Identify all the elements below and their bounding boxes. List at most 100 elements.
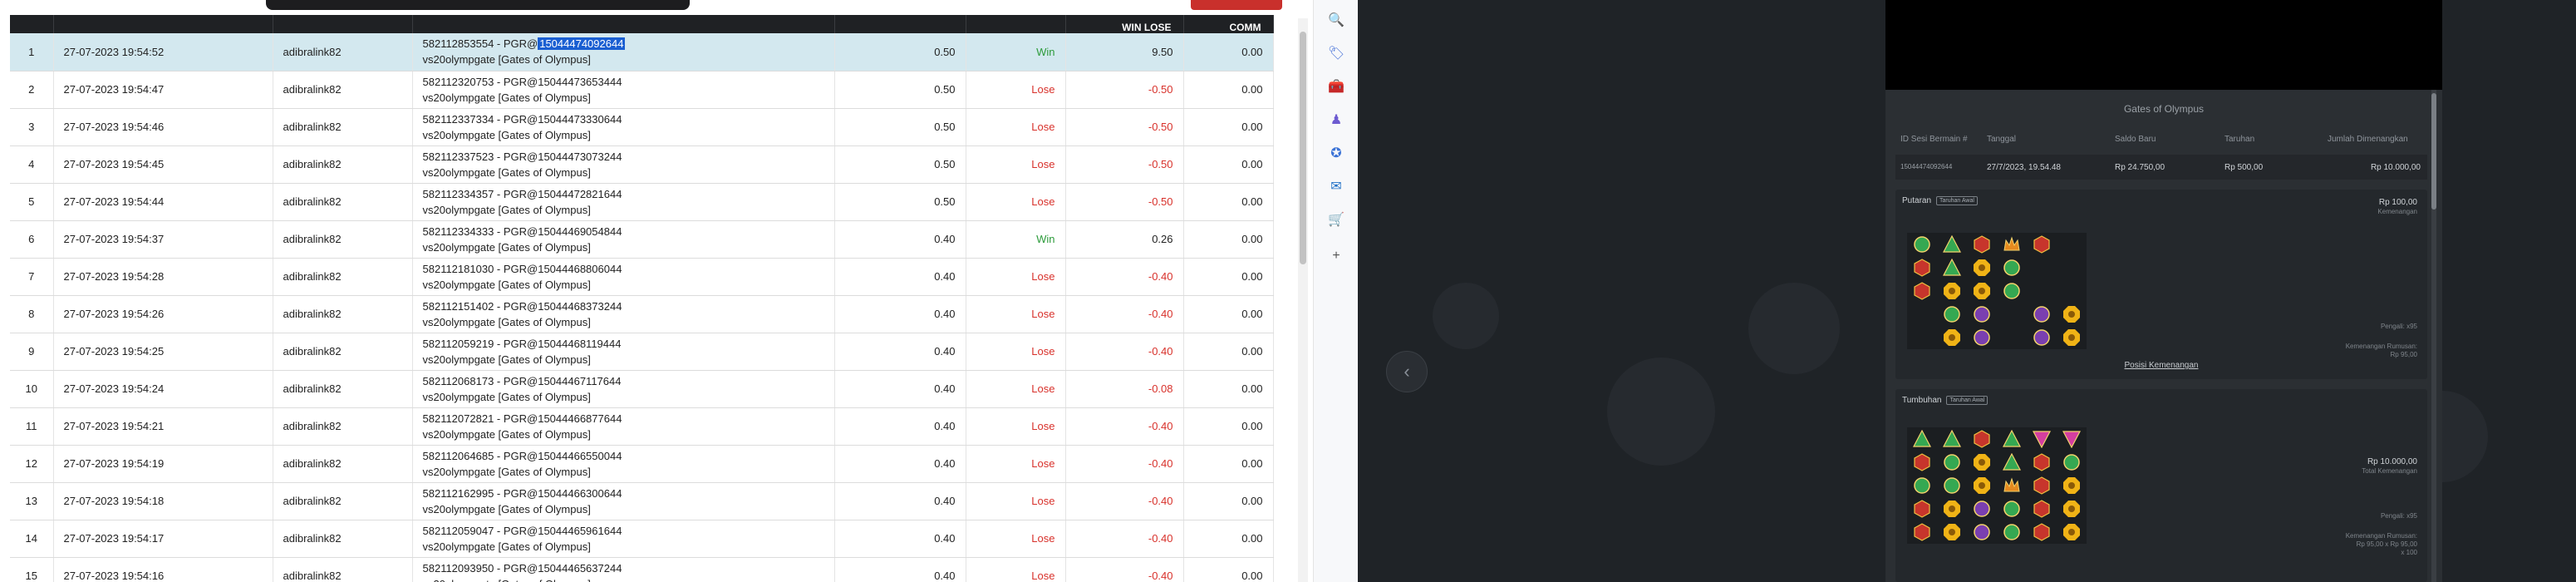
- cell-user: adibralink82: [273, 520, 413, 558]
- tumble-win-formula-label: Kemenangan Rumusan:: [2345, 532, 2417, 540]
- gold-ring-symbol-icon: [1943, 500, 1961, 518]
- table-row[interactable]: 14 27-07-2023 19:54:17 adibralink82 5821120…: [10, 520, 1274, 558]
- panel-scrollbar[interactable]: [2431, 90, 2436, 582]
- cell-winlose: -0.40: [1065, 445, 1184, 483]
- bet-detail-panel: Gates of Olympus ID Sesi Bermain # Tangg…: [1885, 0, 2442, 582]
- green-gem-symbol-icon: [1943, 305, 1961, 323]
- person-icon[interactable]: ♟: [1328, 111, 1345, 128]
- gold-ring-symbol-icon: [2062, 328, 2081, 347]
- cell-desc: 582112337523 - PGR@15044473073244 vs20oly…: [412, 146, 835, 184]
- toolbox-icon[interactable]: 🧰: [1328, 78, 1345, 95]
- desc-line-1: 582112059219 - PGR@15044468119444: [422, 337, 622, 350]
- table-row[interactable]: 5 27-07-2023 19:54:44 adibralink82 58211233…: [10, 183, 1274, 221]
- desc-line-1: 582112059047 - PGR@15044465961644: [422, 524, 622, 537]
- search-icon[interactable]: 🔍: [1328, 12, 1345, 28]
- cell-comm: 0.00: [1183, 71, 1274, 109]
- cell-no: 1: [10, 33, 54, 72]
- table-row[interactable]: 1 27-07-2023 19:54:52 adibralink82 58211285…: [10, 33, 1274, 72]
- desc-line-1: 582112337334 - PGR@15044473330644: [422, 112, 622, 126]
- add-icon[interactable]: +: [1328, 248, 1345, 264]
- tag-icon[interactable]: 🏷: [1328, 45, 1345, 62]
- cell-no: 9: [10, 333, 54, 371]
- table-row[interactable]: 6 27-07-2023 19:54:37 adibralink82 58211233…: [10, 220, 1274, 259]
- cell-time: 27-07-2023 19:54:37: [53, 220, 273, 259]
- table-scrollbar[interactable]: [1298, 18, 1308, 582]
- table-row[interactable]: 10 27-07-2023 19:54:24 adibralink82 5821120…: [10, 370, 1274, 408]
- cell-winlose: 9.50: [1065, 33, 1184, 72]
- table-row[interactable]: 13 27-07-2023 19:54:18 adibralink82 5821121…: [10, 482, 1274, 520]
- red-gem-symbol-icon: [1913, 282, 1931, 300]
- table-row[interactable]: 12 27-07-2023 19:54:19 adibralink82 5821120…: [10, 445, 1274, 483]
- cell-winlose: -0.40: [1065, 482, 1184, 520]
- cell-result: Lose: [966, 407, 1066, 446]
- red-gem-symbol-icon: [1913, 259, 1931, 277]
- green-gem-symbol-icon: [1913, 476, 1931, 495]
- shopping-cart-icon[interactable]: 🛒: [1328, 211, 1345, 228]
- table-row[interactable]: 7 27-07-2023 19:54:28 adibralink82 58211218…: [10, 258, 1274, 296]
- cell-result: Lose: [966, 557, 1066, 582]
- spin-win-formula-label: Kemenangan Rumusan:: [2345, 343, 2417, 350]
- cell-bet: 0.40: [834, 445, 966, 483]
- cell-winlose: -0.50: [1065, 71, 1184, 109]
- cell-user: adibralink82: [273, 108, 413, 146]
- cell-desc: 582112853554 - PGR@ 15044474092644 vs20oly…: [412, 33, 835, 72]
- cell-result: Lose: [966, 146, 1066, 184]
- logout-button[interactable]: [1191, 0, 1282, 10]
- cell-bet: 0.50: [834, 71, 966, 109]
- cell-comm: 0.00: [1183, 33, 1274, 72]
- header-no: [10, 15, 54, 33]
- summary-win-amount: Rp 10.000,00: [2370, 163, 2421, 172]
- cell-winlose: -0.50: [1065, 183, 1184, 221]
- prev-arrow-button[interactable]: ‹: [1386, 351, 1428, 392]
- green-triangle-symbol-icon: [2003, 430, 2021, 448]
- cell-bet: 0.40: [834, 220, 966, 259]
- cell-user: adibralink82: [273, 33, 413, 72]
- red-gem-symbol-icon: [2033, 523, 2051, 541]
- win-position-link[interactable]: Posisi Kemenangan: [1895, 361, 2427, 370]
- cell-no: 7: [10, 258, 54, 296]
- table-row[interactable]: 8 27-07-2023 19:54:26 adibralink82 58211215…: [10, 295, 1274, 333]
- outlook-icon[interactable]: ✉: [1328, 178, 1345, 195]
- cell-user: adibralink82: [273, 71, 413, 109]
- cell-desc: 582112181030 - PGR@15044468806044 vs20oly…: [412, 258, 835, 296]
- toolbar-strip[interactable]: [266, 0, 690, 10]
- transaction-table: WIN LOSE COMM 1 27-07-2023 19:54:52 adibra…: [10, 15, 1274, 582]
- desc-line-2: vs20olympgate [Gates of Olympus]: [422, 128, 591, 141]
- cell-user: adibralink82: [273, 445, 413, 483]
- table-row[interactable]: 4 27-07-2023 19:54:45 adibralink82 58211233…: [10, 146, 1274, 184]
- gold-ring-symbol-icon: [2062, 500, 2081, 518]
- panel-scrollbar-thumb[interactable]: [2431, 93, 2436, 210]
- spin-card: Putaran Taruhan Awal Rp 100,00 Kemenangan…: [1895, 190, 2427, 379]
- pink-triangle-symbol-icon: [2033, 430, 2051, 448]
- table-row[interactable]: 11 27-07-2023 19:54:21 adibralink82 5821120…: [10, 407, 1274, 446]
- game-video-area: [1885, 0, 2442, 90]
- desc-line-1: 582112334357 - PGR@15044472821644: [422, 187, 622, 200]
- browser-sidebar: 🔍 🏷 🧰 ♟ ✪ ✉ 🛒 +: [1313, 0, 1358, 582]
- cell-user: adibralink82: [273, 258, 413, 296]
- cell-desc: 582112320753 - PGR@15044473653444 vs20oly…: [412, 71, 835, 109]
- gold-ring-symbol-icon: [1943, 282, 1961, 300]
- cell-winlose: -0.50: [1065, 146, 1184, 184]
- summary-bet: Rp 500,00: [2225, 163, 2264, 172]
- header-winlose: WIN LOSE: [1065, 15, 1184, 33]
- desc-line-2: vs20olympgate [Gates of Olympus]: [422, 91, 591, 104]
- header-comm: COMM: [1183, 15, 1274, 33]
- table-row[interactable]: 3 27-07-2023 19:54:46 adibralink82 58211233…: [10, 108, 1274, 146]
- cell-desc: 582112064685 - PGR@15044466550044 vs20oly…: [412, 445, 835, 483]
- desc-line-1: 582112320753 - PGR@15044473653444: [422, 75, 622, 88]
- cell-no: 5: [10, 183, 54, 221]
- red-gem-symbol-icon: [1973, 430, 1991, 448]
- tumble-card: Tumbuhan Taruhan Awal Rp 10.000,00 Total …: [1895, 389, 2427, 582]
- red-gem-symbol-icon: [2033, 476, 2051, 495]
- table-row[interactable]: 2 27-07-2023 19:54:47 adibralink82 58211232…: [10, 71, 1274, 109]
- cell-user: adibralink82: [273, 146, 413, 184]
- selected-text-highlight: 15044474092644: [538, 37, 626, 51]
- copilot-icon[interactable]: ✪: [1328, 145, 1345, 161]
- cell-result: Lose: [966, 445, 1066, 483]
- table-row[interactable]: 15 27-07-2023 19:54:16 adibralink82 5821120…: [10, 557, 1274, 582]
- scrollbar-thumb[interactable]: [1300, 32, 1306, 264]
- cell-comm: 0.00: [1183, 220, 1274, 259]
- cell-winlose: 0.26: [1065, 220, 1184, 259]
- cell-result: Lose: [966, 482, 1066, 520]
- table-row[interactable]: 9 27-07-2023 19:54:25 adibralink82 58211205…: [10, 333, 1274, 371]
